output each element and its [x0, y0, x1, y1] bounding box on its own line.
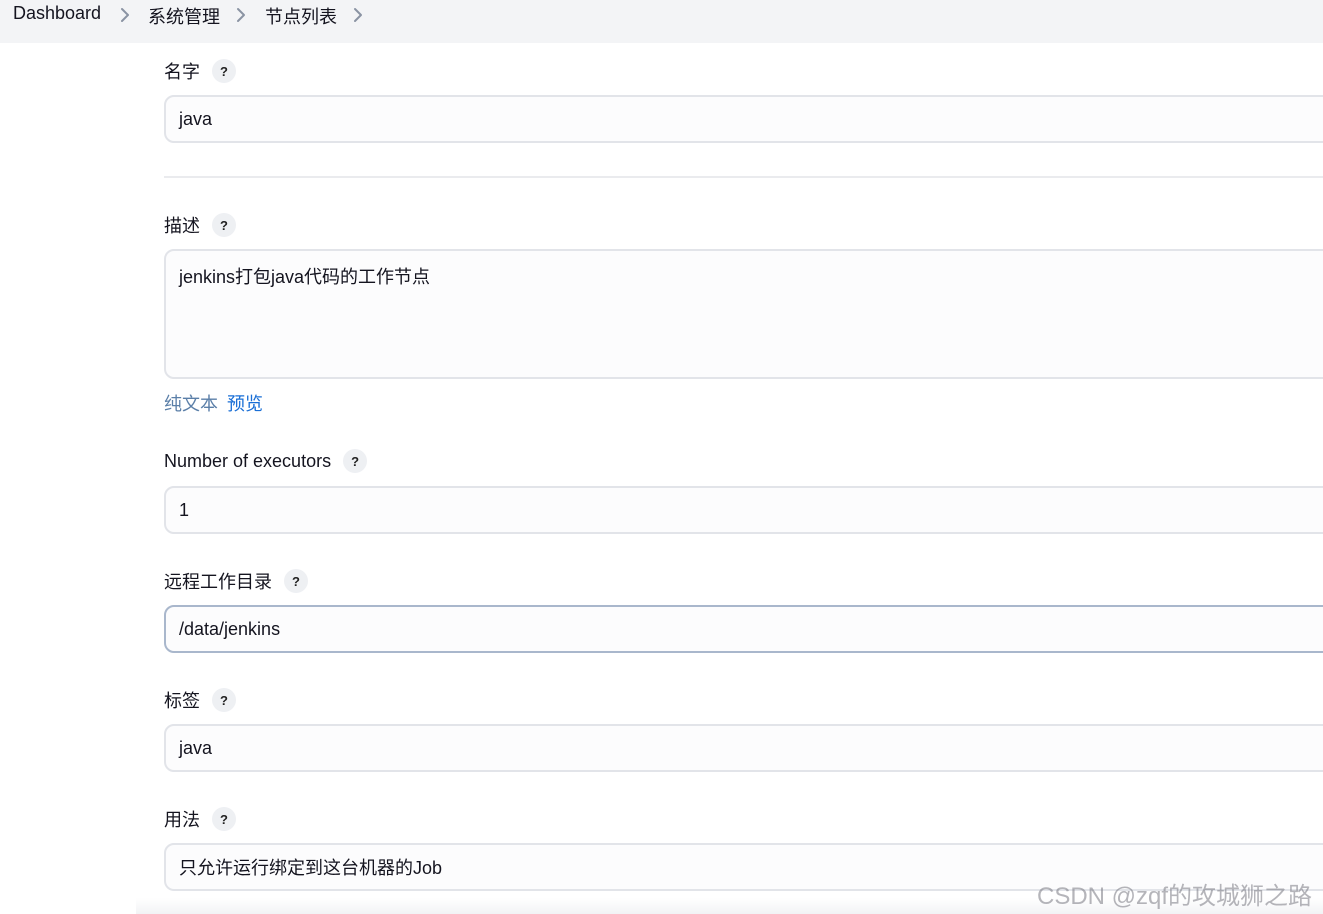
labels-input[interactable]: java: [164, 724, 1323, 772]
help-icon[interactable]: ?: [212, 59, 236, 83]
labels-value: java: [179, 737, 213, 758]
remote-dir-value: /data/jenkins: [179, 618, 281, 639]
description-label-row: 描述 ?: [164, 212, 236, 238]
breadcrumb-dashboard[interactable]: Dashboard: [13, 3, 101, 24]
executors-input[interactable]: 1: [164, 486, 1323, 534]
executors-label-row: Number of executors ?: [164, 449, 368, 473]
usage-label-row: 用法 ?: [164, 806, 236, 832]
help-icon[interactable]: ?: [212, 688, 236, 712]
remote-dir-label: 远程工作目录: [164, 572, 272, 592]
plain-text-tab[interactable]: 纯文本: [164, 390, 218, 416]
usage-label: 用法: [164, 810, 200, 830]
remote-dir-input[interactable]: /data/jenkins: [164, 605, 1323, 653]
description-value: jenkins打包java代码的工作节点: [179, 267, 431, 287]
watermark: CSDN @zqf的攻城狮之路: [1037, 883, 1313, 910]
chevron-right-icon: [121, 8, 129, 22]
usage-value: 只允许运行绑定到这台机器的Job: [179, 858, 443, 878]
description-label: 描述: [164, 216, 200, 236]
remote-dir-label-row: 远程工作目录 ?: [164, 568, 308, 594]
name-label-row: 名字 ?: [164, 58, 236, 84]
breadcrumb-node-list[interactable]: 节点列表: [265, 3, 337, 29]
help-icon[interactable]: ?: [343, 449, 368, 473]
help-icon[interactable]: ?: [212, 807, 236, 831]
help-icon[interactable]: ?: [212, 213, 236, 237]
breadcrumb-system-admin[interactable]: 系统管理: [148, 3, 220, 29]
executors-value: 1: [179, 499, 190, 520]
labels-label: 标签: [164, 691, 200, 711]
help-icon[interactable]: ?: [284, 569, 308, 593]
name-value: java: [179, 108, 213, 129]
executors-label: Number of executors: [164, 450, 332, 471]
description-textarea[interactable]: jenkins打包java代码的工作节点: [164, 249, 1323, 379]
section-divider: [164, 176, 1323, 178]
chevron-right-icon[interactable]: [351, 6, 365, 24]
preview-tab[interactable]: 预览: [227, 390, 263, 416]
labels-label-row: 标签 ?: [164, 687, 236, 713]
chevron-right-icon: [237, 8, 245, 22]
name-input[interactable]: java: [164, 95, 1323, 143]
name-label: 名字: [164, 62, 200, 82]
breadcrumb-bar: Dashboard 系统管理 节点列表: [0, 0, 1323, 43]
